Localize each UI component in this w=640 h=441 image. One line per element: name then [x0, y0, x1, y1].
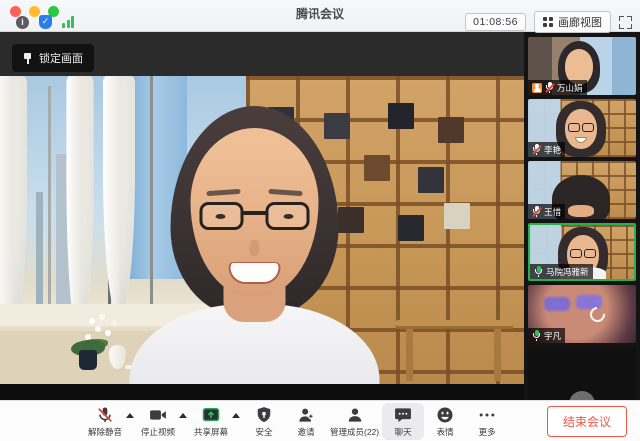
- scene-wooden-table: [396, 320, 513, 329]
- emoji-label: 表情: [437, 426, 454, 438]
- emoji-button[interactable]: 表情: [424, 403, 466, 440]
- meeting-toolbar: 解除静音 停止视频 共享屏幕: [0, 400, 640, 441]
- participant-label: 李艳: [528, 142, 565, 157]
- security-label: 安全: [255, 426, 272, 438]
- chat-icon: [393, 405, 413, 425]
- avatar: [569, 391, 595, 400]
- speaker-face: [191, 128, 319, 296]
- mic-muted-icon: [532, 144, 541, 155]
- gallery-view-label: 画廊视图: [558, 14, 602, 30]
- share-screen-button[interactable]: 共享屏幕: [190, 403, 232, 440]
- invite-label: 邀请: [297, 426, 314, 438]
- speaker-video[interactable]: [0, 76, 524, 384]
- titlebar-status-icons: i: [16, 15, 74, 29]
- share-options-caret-icon[interactable]: [232, 413, 240, 418]
- mic-active-icon: [534, 266, 543, 277]
- participant-tile-active-speaker[interactable]: 马院冯雅新: [528, 223, 636, 281]
- participant-tile[interactable]: 王惜: [528, 161, 636, 219]
- mic-muted-icon: [545, 82, 554, 93]
- speaker-person: [130, 106, 380, 384]
- security-button[interactable]: 安全: [243, 403, 285, 440]
- pin-view-button[interactable]: 锁定画面: [12, 44, 94, 72]
- speaker-glasses: [200, 202, 310, 232]
- participant-tile[interactable]: 宇凡: [528, 285, 636, 343]
- participant-name: 万山娟: [557, 82, 583, 94]
- mic-active-icon: [532, 330, 541, 341]
- main-video-stage: 锁定画面: [0, 32, 524, 400]
- chat-button[interactable]: 聊天: [382, 403, 424, 440]
- participant-label: 王惜: [528, 204, 565, 219]
- participant-tile[interactable]: 万山娟: [528, 37, 636, 95]
- titlebar: 腾讯会议 i 01:08:56 画廊视图: [0, 0, 640, 32]
- participant-name: 李艳: [544, 144, 561, 156]
- participant-label: 马院冯雅新: [530, 264, 593, 279]
- invite-button[interactable]: 邀请: [285, 403, 327, 440]
- gallery-view-button[interactable]: 画廊视图: [534, 11, 611, 33]
- manage-members-button[interactable]: 管理成员(22): [327, 403, 382, 440]
- emoji-icon: [435, 405, 455, 425]
- participant-name: 王惜: [544, 206, 561, 218]
- fullscreen-icon[interactable]: [619, 16, 632, 29]
- participant-tile[interactable]: 李艳: [528, 99, 636, 157]
- loading-spinner-icon: [587, 304, 608, 325]
- member-badge-icon: [532, 83, 542, 93]
- network-signal-icon: [62, 16, 74, 28]
- titlebar-actions: 01:08:56 画廊视图: [465, 11, 632, 33]
- audio-options-caret-icon[interactable]: [126, 413, 134, 418]
- scene-white-vase: [109, 345, 126, 369]
- stop-video-label: 停止视频: [141, 426, 175, 438]
- mic-muted-icon: [95, 405, 115, 425]
- meeting-info-icon[interactable]: i: [16, 16, 29, 29]
- scene-orchid-plant: [71, 330, 105, 370]
- ellipsis-icon: [477, 405, 497, 425]
- stop-video-button[interactable]: 停止视频: [137, 403, 179, 440]
- stage-letterbox: [0, 384, 524, 400]
- speaker-smile: [229, 262, 281, 284]
- shield-icon: [254, 405, 274, 425]
- more-label: 更多: [479, 426, 496, 438]
- camera-icon: [148, 405, 168, 425]
- tencent-meeting-window: 腾讯会议 i 01:08:56 画廊视图 锁定画面: [0, 0, 640, 441]
- participant-tile-partial[interactable]: [528, 347, 636, 400]
- meeting-timer: 01:08:56: [465, 13, 526, 31]
- meeting-security-icon[interactable]: [39, 15, 52, 29]
- more-button[interactable]: 更多: [466, 403, 508, 440]
- participant-label: 宇凡: [528, 328, 565, 343]
- video-options-caret-icon[interactable]: [179, 413, 187, 418]
- participant-name: 宇凡: [544, 330, 561, 342]
- unmute-label: 解除静音: [88, 426, 122, 438]
- chat-label: 聊天: [395, 426, 412, 438]
- pin-view-label: 锁定画面: [39, 50, 83, 66]
- members-icon: [345, 405, 365, 425]
- end-meeting-button[interactable]: 结束会议: [547, 406, 627, 437]
- participant-label: 万山娟: [528, 80, 587, 95]
- share-screen-icon: [201, 405, 221, 425]
- unmute-button[interactable]: 解除静音: [84, 403, 126, 440]
- invite-person-icon: [296, 405, 316, 425]
- share-screen-label: 共享屏幕: [194, 426, 228, 438]
- pin-icon: [23, 53, 32, 64]
- participants-sidebar: 万山娟 李艳 王惜 马院冯雅新: [524, 32, 640, 400]
- grid-icon: [543, 17, 553, 27]
- manage-members-label: 管理成员(22): [330, 426, 379, 438]
- participant-name: 马院冯雅新: [546, 266, 589, 278]
- mic-muted-icon: [532, 206, 541, 217]
